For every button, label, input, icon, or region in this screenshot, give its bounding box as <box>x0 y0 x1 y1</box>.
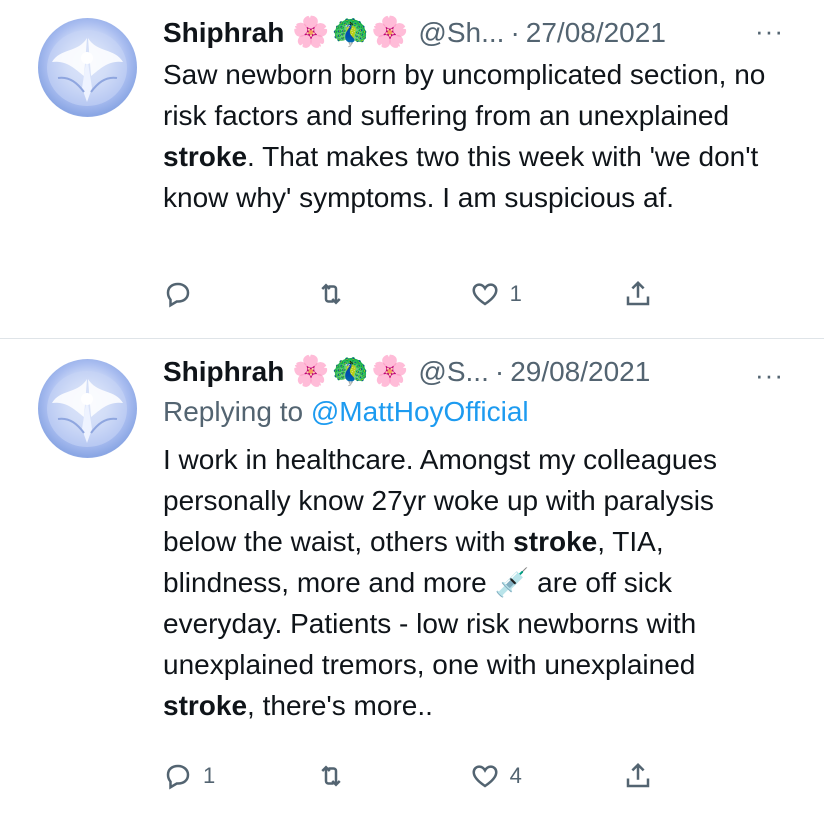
cherry-blossom-icon: 🌸 <box>371 355 409 388</box>
peacock-icon: 🦚 <box>331 16 370 49</box>
share-button[interactable] <box>623 761 683 791</box>
tweet-text-bold: stroke <box>163 141 248 172</box>
replying-to: Replying to @MattHoyOfficial <box>163 391 784 433</box>
retweet-button[interactable] <box>316 279 376 309</box>
reply-button[interactable] <box>163 279 223 309</box>
tweet-header: Shiphrah 🌸 🦚 🌸 @S... · 29/08/2021 <box>163 353 784 391</box>
separator-dot: · <box>510 17 520 48</box>
tweet-2[interactable]: Shiphrah 🌸 🦚 🌸 @S... · 29/08/2021 Replyi… <box>0 339 824 819</box>
author-handle[interactable]: @Sh... <box>418 17 504 49</box>
tweet-text-part: Saw newborn born by uncomplicated sectio… <box>163 59 766 131</box>
share-icon <box>626 280 650 306</box>
replying-to-label: Replying to <box>163 396 311 427</box>
tweet-date[interactable]: 27/08/2021 <box>526 17 666 49</box>
tweet-actions: 1 <box>163 274 683 314</box>
tweet-text-part: , there's more.. <box>247 690 433 721</box>
tweet-actions: 1 4 <box>163 756 683 796</box>
separator-dot: · <box>494 356 505 387</box>
share-button[interactable] <box>623 279 683 309</box>
retweet-icon <box>321 283 341 305</box>
reply-icon <box>166 282 190 308</box>
tweet-header: Shiphrah 🌸 🦚 🌸 @Sh... · 27/08/2021 <box>163 14 784 52</box>
tweet-text-part: . That makes two this week with 'we don'… <box>163 141 759 213</box>
peacock-icon: 🦚 <box>331 355 370 388</box>
replying-to-handle-link[interactable]: @MattHoyOfficial <box>311 396 529 427</box>
avatar-image <box>47 30 127 106</box>
author-handle[interactable]: @S... <box>418 356 488 388</box>
avatar[interactable] <box>38 18 137 117</box>
reply-button[interactable]: 1 <box>163 761 223 791</box>
author-name[interactable]: Shiphrah <box>163 17 284 49</box>
like-icon <box>472 283 498 306</box>
cherry-blossom-icon: 🌸 <box>292 16 330 49</box>
like-button[interactable]: 4 <box>470 761 530 791</box>
reply-count: 1 <box>203 763 216 788</box>
author-name[interactable]: Shiphrah <box>163 356 284 388</box>
tweet-text-bold: stroke <box>513 526 598 557</box>
like-count: 4 <box>509 763 522 788</box>
like-icon <box>472 765 498 788</box>
retweet-icon <box>321 765 341 787</box>
tweet-text: Saw newborn born by uncomplicated sectio… <box>163 54 783 218</box>
reply-icon <box>166 764 190 790</box>
tweet-text-bold: stroke <box>163 690 248 721</box>
cherry-blossom-icon: 🌸 <box>292 355 330 388</box>
tweet-1[interactable]: Shiphrah 🌸 🦚 🌸 @Sh... · 27/08/2021 ··· S… <box>0 0 824 339</box>
more-options-icon[interactable]: ··· <box>755 360 784 391</box>
share-icon <box>626 762 650 788</box>
avatar-image <box>47 371 127 447</box>
tweet-date[interactable]: 29/08/2021 <box>510 356 650 388</box>
more-options-icon[interactable]: ··· <box>755 16 784 47</box>
like-count: 1 <box>509 281 522 306</box>
retweet-button[interactable] <box>316 761 376 791</box>
like-button[interactable]: 1 <box>470 279 530 309</box>
tweet-text: I work in healthcare. Amongst my colleag… <box>163 439 783 726</box>
cherry-blossom-icon: 🌸 <box>371 16 409 49</box>
avatar[interactable] <box>38 359 137 458</box>
